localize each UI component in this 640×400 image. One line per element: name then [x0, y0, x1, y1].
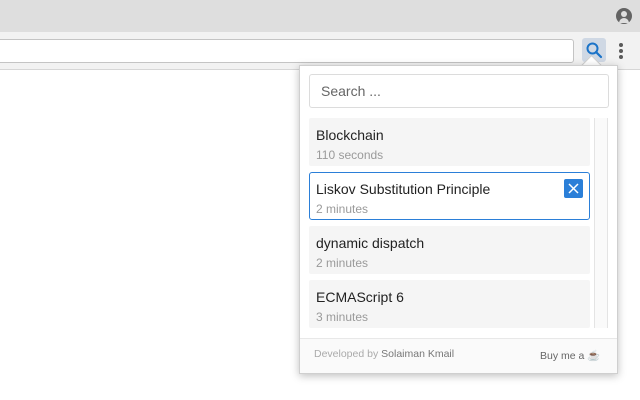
- close-icon: [568, 183, 579, 194]
- menu-dot: [619, 43, 623, 47]
- search-icon: [586, 42, 603, 59]
- list-item[interactable]: Blockchain 110 seconds: [309, 118, 590, 166]
- profile-head: [621, 11, 627, 17]
- item-time: 2 minutes: [316, 256, 369, 270]
- profile-body: [619, 18, 629, 23]
- item-time: 3 minutes: [316, 310, 369, 324]
- author-link[interactable]: Solaiman Kmail: [381, 348, 454, 360]
- popup-footer: Developed by Solaiman Kmail Buy me a ☕: [300, 338, 617, 373]
- search-input[interactable]: [309, 74, 609, 108]
- menu-dot: [619, 55, 623, 59]
- developer-credit: Developed by Solaiman Kmail: [314, 348, 454, 360]
- item-time: 110 seconds: [316, 148, 384, 162]
- item-time: 2 minutes: [316, 202, 369, 216]
- vertical-dots-icon[interactable]: [614, 40, 628, 62]
- item-title: Liskov Substitution Principle: [316, 181, 491, 197]
- list-item[interactable]: ECMAScript 6 3 minutes: [309, 280, 590, 328]
- list-item[interactable]: Liskov Substitution Principle 2 minutes: [309, 172, 590, 220]
- browser-title-bar: [0, 0, 640, 32]
- buy-coffee-link[interactable]: Buy me a ☕: [540, 349, 600, 362]
- menu-dot: [619, 49, 623, 53]
- scrollbar[interactable]: [594, 118, 608, 328]
- item-title: dynamic dispatch: [316, 235, 425, 251]
- developed-by-label: Developed by: [314, 348, 379, 360]
- item-title: Blockchain: [316, 127, 384, 143]
- item-title: ECMAScript 6: [316, 289, 404, 305]
- delete-button[interactable]: [564, 179, 583, 198]
- account-circle-icon[interactable]: [616, 8, 632, 24]
- address-bar[interactable]: [0, 39, 574, 63]
- history-list: Blockchain 110 seconds Liskov Substituti…: [309, 118, 590, 330]
- extension-popup: Blockchain 110 seconds Liskov Substituti…: [299, 65, 618, 374]
- list-item[interactable]: dynamic dispatch 2 minutes: [309, 226, 590, 274]
